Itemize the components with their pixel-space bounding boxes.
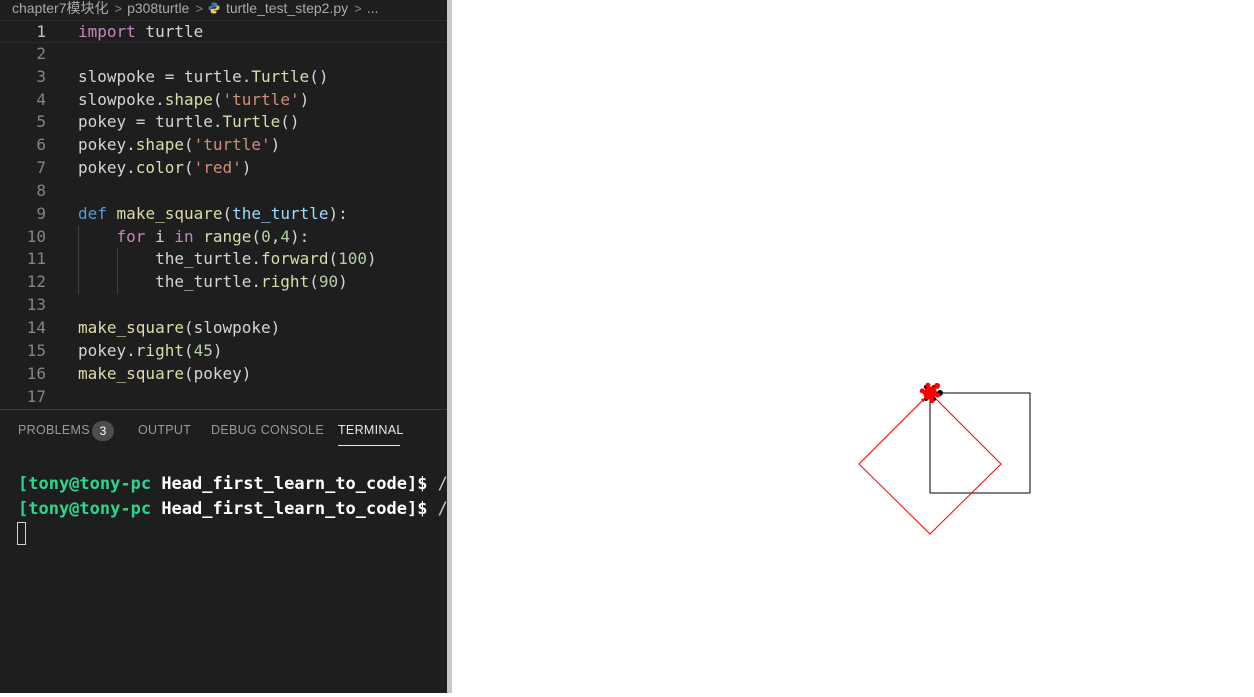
terminal-line: [tony@tony-pc Head_first_learn_to_code]$… [18, 474, 447, 494]
code-text: pokey = turtle.Turtle() [78, 112, 300, 132]
code-line[interactable]: 15 pokey.right(45) [0, 340, 447, 363]
active-tab-underline [338, 445, 400, 446]
code-line[interactable]: 16 make_square(pokey) [0, 363, 447, 386]
code-text: slowpoke.shape('turtle') [78, 89, 310, 109]
code-editor[interactable]: 1 import turtle 2 3 slowpoke = turtle.Turtle… [0, 20, 447, 408]
terminal-cursor[interactable] [17, 522, 26, 545]
line-number: 9 [36, 203, 46, 223]
line-number: 15 [26, 340, 46, 360]
indent-guide [78, 225, 79, 249]
panel-tab-bar: PROBLEMS 3 OUTPUT DEBUG CONSOLE TERMINAL [0, 410, 447, 450]
tab-problems[interactable]: PROBLEMS [18, 423, 90, 437]
breadcrumb-more[interactable]: ... [367, 0, 379, 16]
terminal-line: [tony@tony-pc Head_first_learn_to_code]$… [18, 499, 447, 519]
breadcrumb-file[interactable]: turtle_test_step2.py [226, 0, 348, 16]
code-text: for i in range(0,4): [116, 226, 310, 246]
code-text: pokey.right(45) [78, 340, 223, 360]
code-text: pokey.color('red') [78, 158, 252, 178]
code-text: the_turtle.right(90) [78, 272, 348, 292]
code-line[interactable]: 14 make_square(slowpoke) [0, 317, 447, 340]
line-number: 10 [26, 226, 46, 246]
editor-pane: chapter7模块化 > p308turtle > turtle_test_step2… [0, 0, 447, 693]
code-text: def make_square(the_turtle): [78, 203, 348, 223]
line-number: 13 [26, 295, 46, 315]
code-text: import turtle [78, 22, 204, 41]
code-line[interactable]: 5 pokey = turtle.Turtle() [0, 111, 447, 134]
line-number: 11 [26, 249, 46, 269]
terminal-prompt: ]$ [406, 474, 428, 494]
terminal-user: [tony@tony-pc [18, 499, 152, 519]
code-line[interactable]: 11 the_turtle.forward(100) [0, 248, 447, 272]
chevron-right-icon: > [195, 1, 203, 16]
python-file-icon [208, 2, 220, 14]
line-number: 16 [26, 363, 46, 383]
code-line[interactable]: 3 slowpoke = turtle.Turtle() [0, 66, 447, 89]
turtle-canvas [452, 0, 1254, 693]
code-line[interactable]: 7 pokey.color('red') [0, 157, 447, 180]
line-number: 5 [36, 112, 46, 132]
tab-terminal[interactable]: TERMINAL [338, 423, 404, 437]
code-line[interactable]: 6 pokey.shape('turtle') [0, 134, 447, 157]
breadcrumb-folder[interactable]: chapter7模块化 [12, 0, 108, 16]
indent-guide [78, 248, 79, 272]
line-number: 14 [26, 317, 46, 337]
turtle-drawing [858, 382, 1031, 535]
code-line[interactable]: 4 slowpoke.shape('turtle') [0, 89, 447, 112]
chevron-right-icon: > [354, 1, 362, 16]
terminal-command: /u [437, 499, 447, 519]
line-number: 4 [36, 89, 46, 109]
code-line[interactable]: 2 [0, 43, 447, 66]
code-text: the_turtle.forward(100) [78, 249, 377, 269]
terminal-command: /u [437, 474, 447, 494]
code-text: make_square(pokey) [78, 363, 252, 383]
indent-guide [116, 248, 118, 272]
breadcrumb-subfolder[interactable]: p308turtle [127, 0, 189, 16]
code-line[interactable]: 13 [0, 294, 447, 317]
code-line[interactable]: 17 [0, 386, 447, 409]
chevron-right-icon: > [114, 1, 123, 16]
code-text: pokey.shape('turtle') [78, 135, 281, 155]
code-line[interactable]: 10 for i in range(0,4): [0, 225, 447, 249]
line-number: 12 [26, 272, 46, 292]
line-number: 17 [26, 386, 46, 406]
code-line[interactable]: 8 [0, 180, 447, 203]
tab-debug-console[interactable]: DEBUG CONSOLE [211, 423, 324, 437]
tab-output[interactable]: OUTPUT [138, 423, 191, 437]
line-number: 6 [36, 135, 46, 155]
code-text: slowpoke = turtle.Turtle() [78, 66, 329, 86]
line-number: 3 [36, 66, 46, 86]
line-number: 2 [36, 43, 46, 63]
code-line[interactable]: 12 the_turtle.right(90) [0, 271, 447, 295]
code-line[interactable]: 9 def make_square(the_turtle): [0, 203, 447, 226]
line-number: 7 [36, 158, 46, 178]
indent-guide [116, 271, 118, 295]
bottom-panel: PROBLEMS 3 OUTPUT DEBUG CONSOLE TERMINAL [0, 409, 447, 693]
code-line[interactable]: 1 import turtle [0, 20, 447, 43]
line-number: 1 [36, 22, 46, 41]
problems-count-badge: 3 [92, 421, 114, 441]
terminal-directory: Head_first_learn_to_code [161, 499, 407, 519]
terminal-directory: Head_first_learn_to_code [161, 474, 407, 494]
terminal-user: [tony@tony-pc [18, 474, 152, 494]
indent-guide [78, 271, 79, 295]
terminal-prompt: ]$ [406, 499, 428, 519]
code-text: make_square(slowpoke) [78, 317, 281, 337]
breadcrumb: chapter7模块化 > p308turtle > turtle_test_step2… [12, 0, 378, 18]
line-number: 8 [36, 180, 46, 200]
